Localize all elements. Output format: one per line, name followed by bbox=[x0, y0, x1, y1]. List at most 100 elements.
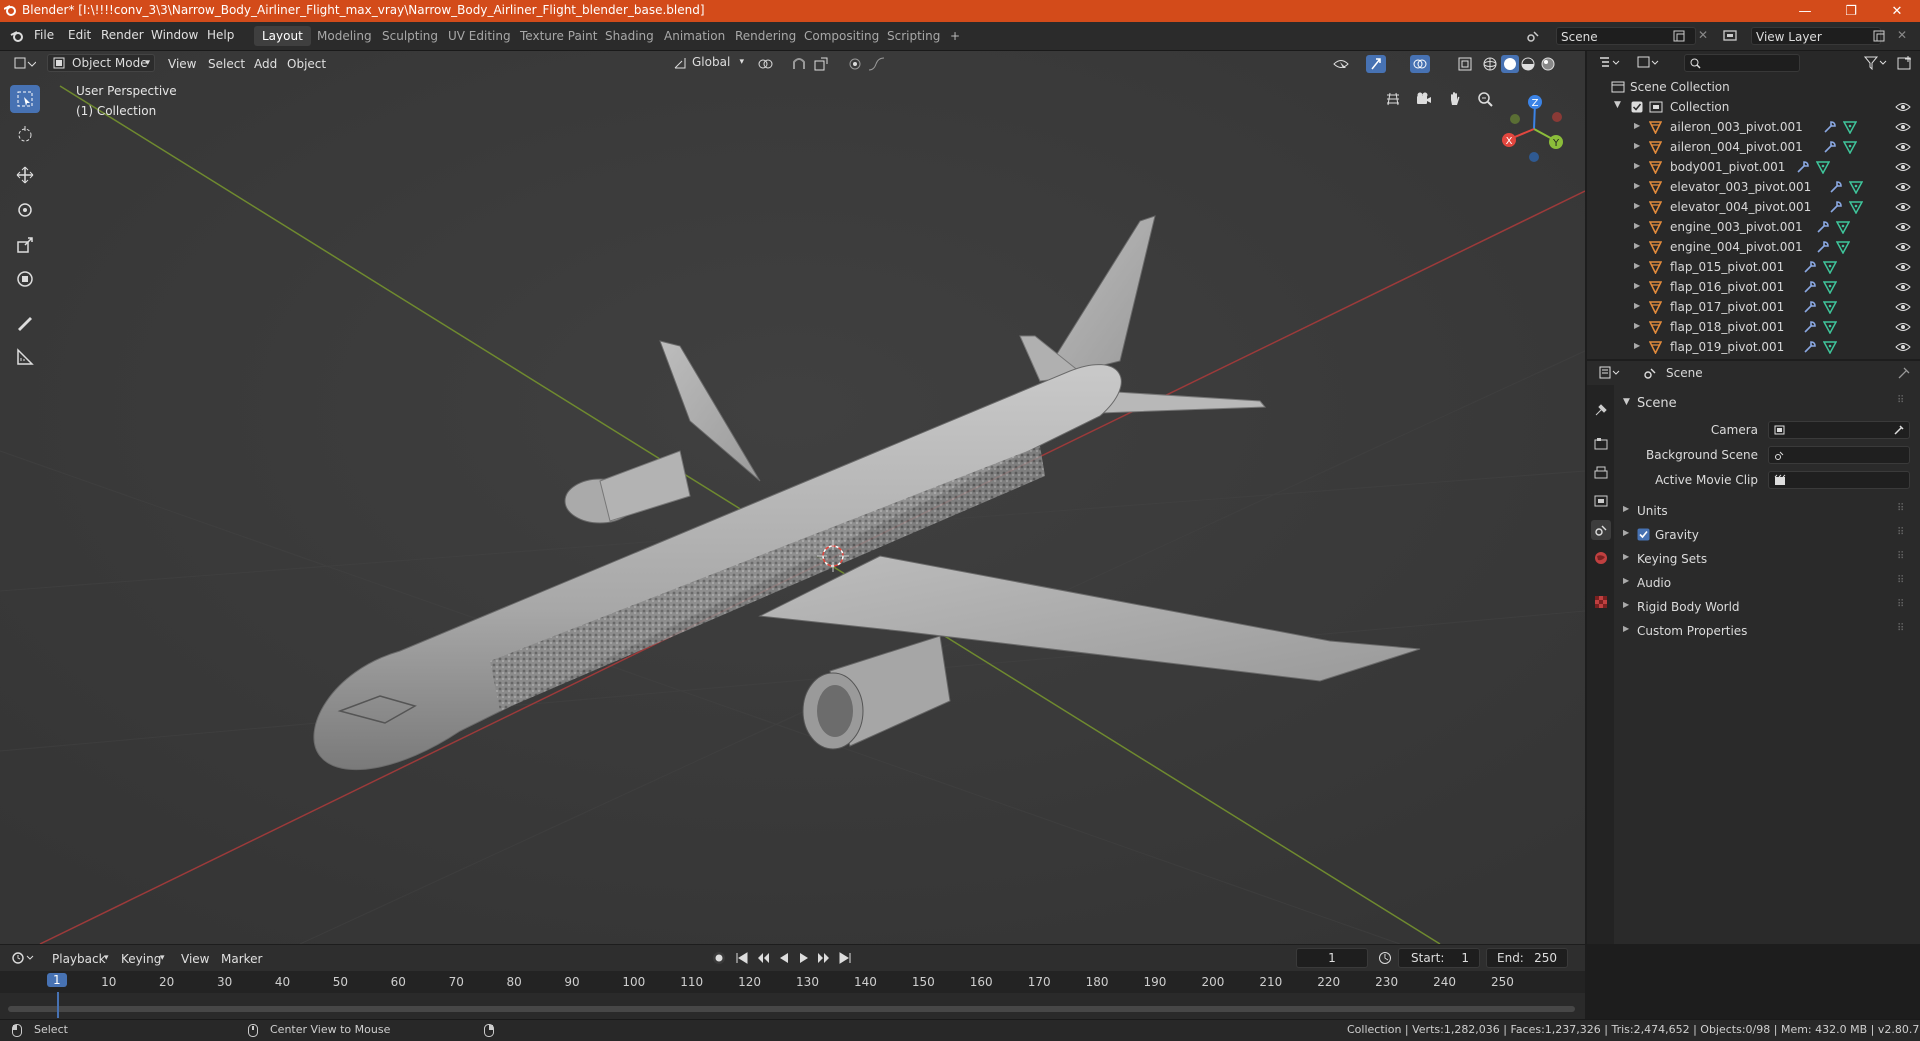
zoom-view-button[interactable] bbox=[1471, 85, 1499, 113]
delete-scene-icon[interactable]: ✕ bbox=[1698, 28, 1708, 42]
drag-handle-icon[interactable]: ⠿ bbox=[1897, 395, 1904, 406]
tab-rendering[interactable]: Rendering bbox=[727, 26, 804, 46]
eye-icon[interactable] bbox=[1895, 221, 1911, 233]
tab-modeling[interactable]: Modeling bbox=[309, 26, 380, 46]
toggle-ortho-button[interactable] bbox=[1379, 85, 1407, 113]
outliner-row-object[interactable]: ▶ flap_019_pivot.001 bbox=[1587, 337, 1920, 357]
chevron-right-icon[interactable]: ▶ bbox=[1634, 141, 1640, 150]
wireframe-shading-icon[interactable] bbox=[1482, 56, 1498, 72]
background-scene-field[interactable] bbox=[1768, 446, 1910, 464]
outliner-search-input[interactable] bbox=[1684, 54, 1800, 72]
panel-rigid-body-world[interactable]: ▶ Rigid Body World ⠿ bbox=[1617, 596, 1917, 618]
modifier-wrench-icon[interactable] bbox=[1823, 120, 1837, 134]
timeline-editor-icon[interactable] bbox=[12, 951, 36, 965]
outliner-row-object[interactable]: ▶ flap_016_pivot.001 bbox=[1587, 277, 1920, 297]
outliner-row-object[interactable]: ▶ flap_018_pivot.001 bbox=[1587, 317, 1920, 337]
outliner-row-object[interactable]: ▶ aileron_004_pivot.001 bbox=[1587, 137, 1920, 157]
tab-uv-editing[interactable]: UV Editing bbox=[440, 26, 519, 46]
overlays-toggle-icon[interactable] bbox=[1410, 55, 1430, 73]
menu-window[interactable]: Window bbox=[151, 28, 198, 42]
gizmo-toggle-icon[interactable] bbox=[1366, 55, 1386, 73]
annotate-tool[interactable] bbox=[10, 309, 40, 337]
scene-section-header[interactable]: ▼ Scene ⠿ bbox=[1617, 393, 1917, 415]
mesh-data-icon[interactable] bbox=[1849, 180, 1864, 194]
scale-tool[interactable] bbox=[10, 231, 40, 259]
outliner-editor-icon[interactable] bbox=[1599, 56, 1623, 70]
blender-menu-icon[interactable] bbox=[10, 29, 24, 43]
chevron-right-icon[interactable]: ▶ bbox=[1634, 301, 1640, 310]
chevron-right-icon[interactable]: ▶ bbox=[1634, 341, 1640, 350]
mesh-data-icon[interactable] bbox=[1822, 260, 1837, 274]
modifier-wrench-icon[interactable] bbox=[1829, 200, 1843, 214]
material-shading-icon[interactable] bbox=[1520, 56, 1536, 72]
viewport-menu-view[interactable]: View bbox=[168, 55, 196, 73]
transform-orientation-dropdown[interactable]: Global ▾ bbox=[670, 54, 746, 72]
modifier-wrench-icon[interactable] bbox=[1803, 260, 1817, 274]
chevron-right-icon[interactable]: ▶ bbox=[1634, 281, 1640, 290]
outliner-row-object[interactable]: ▶ engine_003_pivot.001 bbox=[1587, 217, 1920, 237]
view-layer-icon[interactable] bbox=[1722, 28, 1740, 44]
outliner-row-object[interactable]: ▶ flap_017_pivot.001 bbox=[1587, 297, 1920, 317]
snap-icon[interactable] bbox=[791, 56, 807, 72]
navigation-gizmo[interactable]: Z Y X bbox=[1497, 91, 1567, 171]
eye-icon[interactable] bbox=[1895, 181, 1911, 193]
mesh-data-icon[interactable] bbox=[1816, 160, 1831, 174]
eye-icon[interactable] bbox=[1895, 161, 1911, 173]
chevron-right-icon[interactable]: ▶ bbox=[1634, 321, 1640, 330]
viewport-menu-select[interactable]: Select bbox=[208, 55, 245, 73]
chevron-right-icon[interactable]: ▶ bbox=[1634, 261, 1640, 270]
tab-tool[interactable] bbox=[1591, 400, 1611, 420]
timeline-menu-keying[interactable]: Keying bbox=[121, 950, 161, 968]
mesh-data-icon[interactable] bbox=[1849, 200, 1864, 214]
mesh-data-icon[interactable] bbox=[1836, 240, 1850, 254]
outliner-row-object[interactable]: ▶ elevator_004_pivot.001 bbox=[1587, 197, 1920, 217]
scene-icon[interactable] bbox=[1525, 28, 1541, 44]
modifier-wrench-icon[interactable] bbox=[1803, 280, 1817, 294]
view-layer-selector[interactable]: View Layer bbox=[1751, 27, 1881, 45]
mesh-data-icon[interactable] bbox=[1822, 340, 1837, 354]
new-view-layer-icon[interactable] bbox=[1872, 29, 1886, 43]
maximize-button[interactable]: ❐ bbox=[1828, 0, 1874, 22]
menu-render[interactable]: Render bbox=[101, 28, 144, 42]
mesh-data-icon[interactable] bbox=[1836, 220, 1850, 234]
eye-icon[interactable] bbox=[1895, 321, 1911, 333]
play-icon[interactable] bbox=[797, 951, 811, 965]
chevron-right-icon[interactable]: ▶ bbox=[1634, 121, 1640, 130]
cursor-tool[interactable] bbox=[10, 121, 40, 149]
drag-handle-icon[interactable]: ⠿ bbox=[1897, 575, 1904, 586]
tab-sculpting[interactable]: Sculpting bbox=[374, 26, 446, 46]
viewport-menu-object[interactable]: Object bbox=[287, 55, 326, 73]
gravity-checkbox[interactable] bbox=[1637, 528, 1650, 541]
tab-world[interactable] bbox=[1591, 548, 1611, 568]
next-keyframe-icon[interactable] bbox=[817, 951, 831, 965]
modifier-wrench-icon[interactable] bbox=[1803, 340, 1817, 354]
record-icon[interactable] bbox=[712, 951, 726, 965]
timeline-menu-view[interactable]: View bbox=[181, 950, 209, 968]
mesh-data-icon[interactable] bbox=[1822, 280, 1837, 294]
start-frame-field[interactable]: Start: 1 bbox=[1398, 948, 1480, 968]
tab-layout[interactable]: Layout bbox=[254, 26, 311, 46]
preview-range-icon[interactable] bbox=[1378, 951, 1392, 965]
editor-type-icon[interactable] bbox=[14, 56, 36, 70]
drag-handle-icon[interactable]: ⠿ bbox=[1897, 599, 1904, 610]
playhead-line[interactable] bbox=[57, 992, 59, 1018]
move-tool[interactable] bbox=[10, 161, 40, 189]
timeline-ruler[interactable]: 1 10 20 30 40 50 60 70 80 90 100 110 120 130 140 150 160… bbox=[0, 971, 1585, 993]
solid-shading-icon[interactable] bbox=[1501, 55, 1519, 73]
timeline-scrollbar[interactable] bbox=[8, 1006, 1575, 1012]
drag-handle-icon[interactable]: ⠿ bbox=[1897, 551, 1904, 562]
eye-icon[interactable] bbox=[1895, 341, 1911, 353]
modifier-wrench-icon[interactable] bbox=[1816, 240, 1830, 254]
selectability-icon[interactable] bbox=[1332, 56, 1350, 72]
eye-icon[interactable] bbox=[1895, 281, 1911, 293]
drag-handle-icon[interactable]: ⠿ bbox=[1897, 527, 1904, 538]
modifier-wrench-icon[interactable] bbox=[1803, 320, 1817, 334]
jump-end-icon[interactable] bbox=[838, 951, 852, 965]
eye-icon[interactable] bbox=[1895, 261, 1911, 273]
prev-keyframe-icon[interactable] bbox=[756, 951, 770, 965]
modifier-wrench-icon[interactable] bbox=[1796, 160, 1810, 174]
timeline-menu-playback[interactable]: Playback bbox=[52, 950, 106, 968]
drag-handle-icon[interactable]: ⠿ bbox=[1897, 503, 1904, 514]
tab-shading[interactable]: Shading bbox=[597, 26, 662, 46]
tab-animation[interactable]: Animation bbox=[656, 26, 733, 46]
